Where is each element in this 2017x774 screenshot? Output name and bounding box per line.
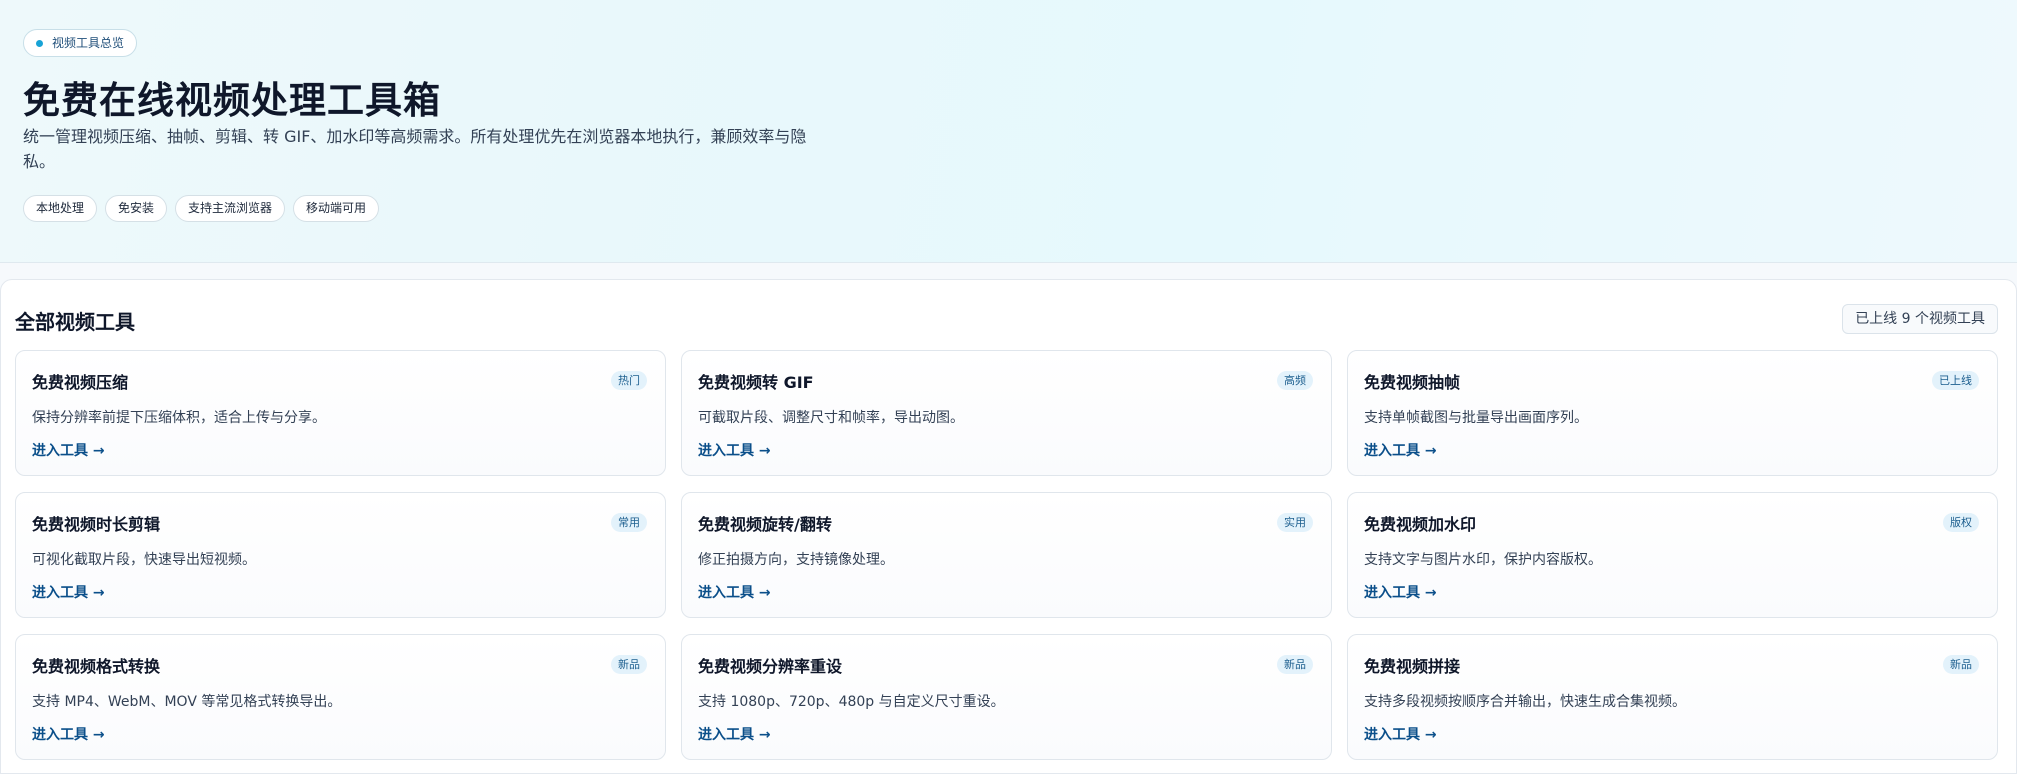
tool-card-badge: 新品 xyxy=(1277,655,1313,674)
tool-card[interactable]: 免费视频时长剪辑 常用可视化截取片段，快速导出短视频。进入工具 → xyxy=(15,492,666,618)
tool-card-title: 免费视频抽帧 xyxy=(1364,373,1461,392)
tool-card[interactable]: 免费视频分辨率重设 新品支持 1080p、720p、480p 与自定义尺寸重设。进… xyxy=(681,634,1332,760)
tool-card-badge: 已上线 xyxy=(1932,371,1979,390)
page-title: 免费在线视频处理工具箱 xyxy=(23,79,441,122)
hero-description: 统一管理视频压缩、抽帧、剪辑、转 GIF、加水印等高频需求。所有处理优先在浏览器… xyxy=(23,127,807,171)
feature-tags: 本地处理 免安装 支持主流浏览器 移动端可用 xyxy=(23,195,380,222)
tool-card-badge: 常用 xyxy=(611,513,647,532)
tool-card-badge: 高频 xyxy=(1277,371,1313,390)
tool-card-title: 免费视频时长剪辑 xyxy=(32,515,161,534)
enter-tool-link[interactable]: 进入工具 → xyxy=(698,724,771,744)
tool-card-description: 支持多段视频按顺序合并输出，快速生成合集视频。 xyxy=(1364,694,1686,710)
tool-card-description: 支持 MP4、WebM、MOV 等常见格式转换导出。 xyxy=(32,694,342,710)
tool-card-title: 免费视频分辨率重设 xyxy=(698,657,843,676)
tool-card[interactable]: 免费视频加水印 版权支持文字与图片水印，保护内容版权。进入工具 → xyxy=(1347,492,1998,618)
tool-card-description: 支持单帧截图与批量导出画面序列。 xyxy=(1364,410,1588,426)
feature-tag: 免安装 xyxy=(105,195,168,222)
tool-card-badge: 实用 xyxy=(1277,513,1313,532)
tool-card[interactable]: 免费视频压缩 热门保持分辨率前提下压缩体积，适合上传与分享。进入工具 → xyxy=(15,350,666,476)
tool-card-title: 免费视频旋转/翻转 xyxy=(698,515,832,534)
hero-banner: 视频工具总览 免费在线视频处理工具箱 统一管理视频压缩、抽帧、剪辑、转 GIF、… xyxy=(0,0,2017,263)
feature-tag: 移动端可用 xyxy=(293,195,380,222)
tool-card-badge: 热门 xyxy=(611,371,647,390)
tool-card-badge: 版权 xyxy=(1943,513,1979,532)
tool-card[interactable]: 免费视频格式转换 新品支持 MP4、WebM、MOV 等常见格式转换导出。进入工具… xyxy=(15,634,666,760)
tool-card-title: 免费视频加水印 xyxy=(1364,515,1477,534)
enter-tool-link[interactable]: 进入工具 → xyxy=(1364,724,1437,744)
enter-tool-link[interactable]: 进入工具 → xyxy=(32,582,105,602)
section-title: 全部视频工具 xyxy=(15,310,135,334)
tool-card-description: 修正拍摄方向，支持镜像处理。 xyxy=(698,552,894,568)
feature-tag: 支持主流浏览器 xyxy=(175,195,286,222)
tool-count-badge: 已上线 9 个视频工具 xyxy=(1842,304,1998,334)
feature-tag: 本地处理 xyxy=(23,195,98,222)
hero-badge-label: 视频工具总览 xyxy=(52,36,125,50)
tool-card-badge: 新品 xyxy=(611,655,647,674)
tool-card-description: 可截取片段、调整尺寸和帧率，导出动图。 xyxy=(698,410,964,426)
enter-tool-link[interactable]: 进入工具 → xyxy=(1364,582,1437,602)
tool-card-title: 免费视频压缩 xyxy=(32,373,129,392)
tool-card[interactable]: 免费视频抽帧 已上线支持单帧截图与批量导出画面序列。进入工具 → xyxy=(1347,350,1998,476)
enter-tool-link[interactable]: 进入工具 → xyxy=(698,582,771,602)
hero-badge: 视频工具总览 xyxy=(23,29,138,57)
tool-card[interactable]: 免费视频拼接 新品支持多段视频按顺序合并输出，快速生成合集视频。进入工具 → xyxy=(1347,634,1998,760)
tool-card-badge: 新品 xyxy=(1943,655,1979,674)
enter-tool-link[interactable]: 进入工具 → xyxy=(32,440,105,460)
tool-card-title: 免费视频格式转换 xyxy=(32,657,161,676)
tool-card-description: 保持分辨率前提下压缩体积，适合上传与分享。 xyxy=(32,410,326,426)
tool-card[interactable]: 免费视频旋转/翻转 实用修正拍摄方向，支持镜像处理。进入工具 → xyxy=(681,492,1332,618)
tool-card-description: 支持文字与图片水印，保护内容版权。 xyxy=(1364,552,1602,568)
tool-card-title: 免费视频拼接 xyxy=(1364,657,1461,676)
enter-tool-link[interactable]: 进入工具 → xyxy=(698,440,771,460)
tool-card[interactable]: 免费视频转 GIF 高频可截取片段、调整尺寸和帧率，导出动图。进入工具 → xyxy=(681,350,1332,476)
dot-icon xyxy=(36,40,43,47)
tool-card-description: 可视化截取片段，快速导出短视频。 xyxy=(32,552,256,568)
enter-tool-link[interactable]: 进入工具 → xyxy=(32,724,105,744)
tool-card-description: 支持 1080p、720p、480p 与自定义尺寸重设。 xyxy=(698,694,1005,710)
tool-card-title: 免费视频转 GIF xyxy=(698,373,814,392)
enter-tool-link[interactable]: 进入工具 → xyxy=(1364,440,1437,460)
